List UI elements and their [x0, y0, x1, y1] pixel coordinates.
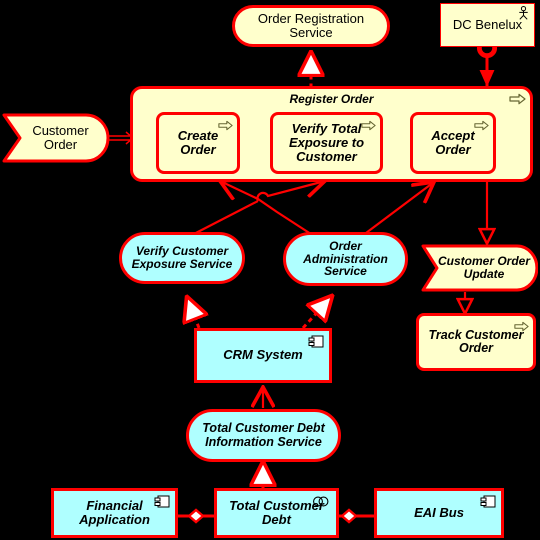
node-label: Customer Order Update [437, 254, 531, 281]
edge-usedby-order-administration-service-to-create-order [220, 181, 315, 237]
node-crm-system[interactable]: CRM System [194, 328, 332, 383]
component-icon [480, 495, 496, 513]
node-order-administration-service[interactable]: Order Administration Service [283, 232, 408, 286]
node-label: Verify Customer Exposure Service [131, 244, 233, 271]
node-eai-bus[interactable]: EAI Bus [374, 488, 504, 538]
node-label: Order Administration Service [303, 238, 388, 279]
process-arrow-icon [514, 319, 529, 337]
node-label: Customer Order [32, 122, 89, 152]
collaboration-icon [312, 494, 330, 512]
node-track-customer-order[interactable]: Track Customer Order [416, 313, 536, 371]
node-total-customer-debt[interactable]: Total Customer Debt [214, 488, 339, 538]
node-create-order[interactable]: Create Order [156, 112, 240, 174]
edge-realization-crm-system-to-verify-customer-exposure-service [187, 297, 199, 329]
archimate-diagram: Order Registration Service --> Register … [0, 0, 540, 540]
process-arrow-icon [361, 118, 376, 136]
node-label: CRM System [223, 347, 303, 363]
node-verify-customer-exposure-service[interactable]: Verify Customer Exposure Service [119, 232, 245, 284]
component-icon [308, 335, 324, 353]
node-order-registration-service[interactable]: Order Registration Service [232, 5, 390, 47]
node-total-customer-debt-information-service[interactable]: Total Customer Debt Information Service [186, 409, 341, 462]
node-label: DC Benelux [452, 16, 523, 32]
node-accept-order[interactable]: Accept Order [410, 112, 496, 174]
process-arrow-icon [474, 118, 489, 136]
actor-icon [518, 6, 529, 25]
node-label: Order Registration Service [257, 10, 365, 40]
node-customer-order-update[interactable]: Customer Order Update [421, 244, 538, 292]
node-label: Total Customer Debt Information Service [202, 421, 325, 449]
node-dc-benelux[interactable]: DC Benelux [440, 3, 535, 47]
process-arrow-icon [509, 92, 526, 110]
node-label: EAI Bus [414, 504, 464, 520]
edge-association-financial-application-to-total-customer-debt [178, 508, 214, 524]
edge-usedby-order-administration-service-to-accept-order [361, 182, 434, 237]
process-arrow-icon [218, 118, 233, 136]
node-verify-total-exposure-to-customer[interactable]: Verify Total Exposure to Customer [270, 112, 383, 174]
edge-usedby-verify-customer-exposure-service-to-verify-total-exposure [189, 181, 325, 237]
node-label: Register Order [289, 92, 374, 106]
edge-realization-crm-system-to-order-administration-service [301, 296, 332, 330]
node-financial-application[interactable]: Financial Application [51, 488, 178, 538]
edge-association-eai-bus-to-total-customer-debt [338, 508, 374, 524]
component-icon [154, 495, 170, 513]
node-customer-order[interactable]: Customer Order [2, 113, 110, 163]
